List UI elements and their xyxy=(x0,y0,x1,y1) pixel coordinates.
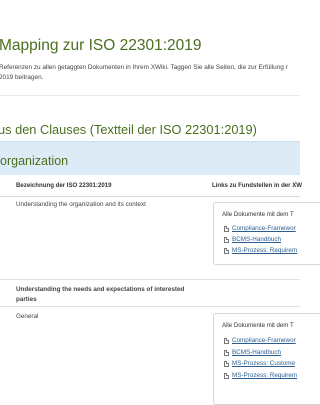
document-box-header: Alle Dokumente mit dem T xyxy=(222,211,294,218)
page-title: Mapping zur ISO 22301:2019 xyxy=(0,37,202,54)
document-link[interactable]: BCMS-Handbuch xyxy=(224,349,281,356)
document-box-header: Alle Dokumente mit dem T xyxy=(222,322,294,329)
table-row-label: Understanding the needs and expectations… xyxy=(16,286,185,303)
document-icon xyxy=(224,225,229,232)
document-link[interactable]: Compliance-Framewor xyxy=(224,225,296,232)
table-header: Bezeichnung der ISO 22301:2019 Links zu … xyxy=(0,174,303,197)
document-icon xyxy=(224,337,229,344)
intro-text: Referenzen zu allen getaggten Dokumenten… xyxy=(0,63,319,82)
row-divider xyxy=(0,306,300,307)
divider xyxy=(0,95,300,96)
group-label: organization xyxy=(0,154,69,168)
document-link[interactable]: MS-Prozess: Requirem xyxy=(224,372,297,379)
document-link[interactable]: MS-Prozess: Custome xyxy=(224,360,295,367)
table-row-label: General xyxy=(16,313,39,320)
intro-line: 2019 beitragen. xyxy=(0,73,44,81)
document-box: Alle Dokumente mit dem T Compliance-Fram… xyxy=(213,202,320,265)
section-title: us den Clauses (Textteil der ISO 22301:2… xyxy=(0,122,257,137)
column-header-links: Links zu Fundstellen in der XW xyxy=(212,182,303,189)
document-box: Alle Dokumente mit dem T Compliance-Fram… xyxy=(213,313,320,405)
intro-line: Referenzen zu allen getaggten Dokumenten… xyxy=(0,64,288,71)
document-link[interactable]: Compliance-Framewor xyxy=(224,337,296,344)
document-icon xyxy=(224,360,229,367)
column-header-designation: Bezeichnung der ISO 22301:2019 xyxy=(16,182,112,189)
document-icon xyxy=(224,247,229,254)
document-link[interactable]: MS-Prozess: Requirem xyxy=(224,247,297,254)
document-icon xyxy=(224,236,229,243)
table-row-label: Understanding the organization and its c… xyxy=(16,201,146,208)
row-divider xyxy=(0,279,300,280)
document-icon xyxy=(224,372,229,379)
document-icon xyxy=(224,349,229,356)
document-link[interactable]: BCMS-Handbuch xyxy=(224,236,281,243)
